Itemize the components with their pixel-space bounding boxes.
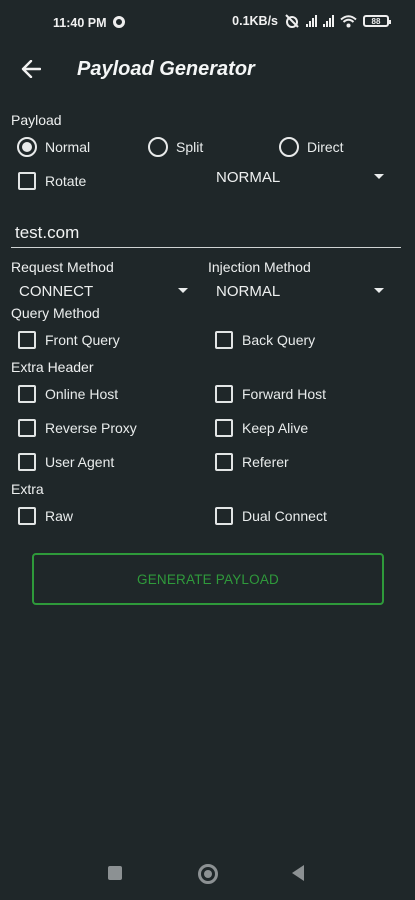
- settings-gear-icon: [113, 16, 125, 28]
- checkbox-referer[interactable]: Referer: [215, 451, 289, 473]
- payload-section-label: Payload: [11, 112, 62, 128]
- checkbox-box: [18, 331, 36, 349]
- checkbox-box: [18, 507, 36, 525]
- checkbox-box: [215, 453, 233, 471]
- network-speed: 0.1KB/s: [232, 14, 278, 28]
- radio-direct-indicator: [279, 137, 299, 157]
- back-button[interactable]: [14, 54, 48, 84]
- checkbox-box: [215, 385, 233, 403]
- page-title: Payload Generator: [77, 58, 255, 80]
- checkbox-reverse-proxy[interactable]: Reverse Proxy: [18, 417, 137, 439]
- checkbox-user-agent[interactable]: User Agent: [18, 451, 114, 473]
- checkbox-label: Online Host: [45, 386, 119, 402]
- dropdown-arrow-icon: [178, 288, 188, 293]
- alarm-off-icon: [285, 14, 299, 28]
- radio-direct[interactable]: Direct: [279, 136, 344, 158]
- checkbox-label: User Agent: [45, 454, 115, 470]
- split-mode-value: NORMAL: [216, 168, 281, 186]
- checkbox-rotate[interactable]: Rotate: [18, 170, 86, 192]
- checkbox-online-host[interactable]: Online Host: [18, 383, 118, 405]
- status-bar: 11:40 PM 0.1KB/s 88: [0, 0, 415, 48]
- checkbox-box: [18, 419, 36, 437]
- injection-method-label: Injection Method: [208, 259, 311, 275]
- dropdown-arrow-icon: [374, 174, 384, 179]
- status-time: 11:40 PM: [53, 16, 107, 30]
- checkbox-box: [215, 419, 233, 437]
- checkbox-back-query[interactable]: Back Query: [215, 329, 315, 351]
- dropdown-arrow-icon: [374, 288, 384, 293]
- radio-split-label: Split: [176, 139, 204, 155]
- checkbox-label: Keep Alive: [242, 420, 309, 436]
- checkbox-rotate-label: Rotate: [45, 173, 87, 189]
- checkbox-label: Forward Host: [242, 386, 327, 402]
- checkbox-label: Referer: [242, 454, 289, 470]
- host-input[interactable]: [11, 218, 401, 248]
- arrow-back-icon: [21, 60, 41, 78]
- checkbox-box: [215, 331, 233, 349]
- home-circle-icon[interactable]: [198, 864, 218, 884]
- status-indicators: 0.1KB/s 88: [232, 14, 391, 28]
- request-method-label: Request Method: [11, 259, 114, 275]
- request-method-value: CONNECT: [19, 282, 94, 300]
- request-method-dropdown[interactable]: CONNECT: [19, 280, 189, 302]
- recents-square-icon[interactable]: [108, 866, 122, 880]
- checkbox-label: Raw: [45, 508, 74, 524]
- checkbox-box: [18, 453, 36, 471]
- split-mode-dropdown[interactable]: NORMAL: [216, 166, 386, 188]
- generate-payload-button[interactable]: GENERATE PAYLOAD: [32, 553, 384, 605]
- checkbox-forward-host[interactable]: Forward Host: [215, 383, 326, 405]
- extra-header-label: Extra Header: [11, 359, 94, 375]
- wifi-icon: [340, 14, 357, 27]
- system-nav-bar: [0, 848, 415, 900]
- checkbox-dual-connect[interactable]: Dual Connect: [215, 505, 327, 527]
- radio-direct-label: Direct: [307, 139, 344, 155]
- signal-icon-2: [323, 15, 334, 27]
- extra-label: Extra: [11, 481, 44, 497]
- battery-icon: 88: [363, 15, 391, 27]
- signal-icon-1: [306, 15, 317, 27]
- checkbox-front-query[interactable]: Front Query: [18, 329, 120, 351]
- checkbox-label: Reverse Proxy: [45, 420, 137, 436]
- checkbox-rotate-box: [18, 172, 36, 190]
- checkbox-box: [18, 385, 36, 403]
- battery-level: 88: [371, 16, 381, 26]
- query-method-label: Query Method: [11, 305, 100, 321]
- radio-normal[interactable]: Normal: [17, 136, 90, 158]
- injection-method-value: NORMAL: [216, 282, 281, 300]
- radio-split[interactable]: Split: [148, 136, 203, 158]
- checkbox-raw[interactable]: Raw: [18, 505, 73, 527]
- radio-normal-label: Normal: [45, 139, 91, 155]
- checkbox-keep-alive[interactable]: Keep Alive: [215, 417, 308, 439]
- checkbox-label: Front Query: [45, 332, 120, 348]
- injection-method-dropdown[interactable]: NORMAL: [216, 280, 386, 302]
- back-triangle-icon[interactable]: [292, 865, 304, 881]
- checkbox-label: Dual Connect: [242, 508, 327, 524]
- checkbox-box: [215, 507, 233, 525]
- radio-split-indicator: [148, 137, 168, 157]
- checkbox-label: Back Query: [242, 332, 316, 348]
- radio-normal-indicator: [17, 137, 37, 157]
